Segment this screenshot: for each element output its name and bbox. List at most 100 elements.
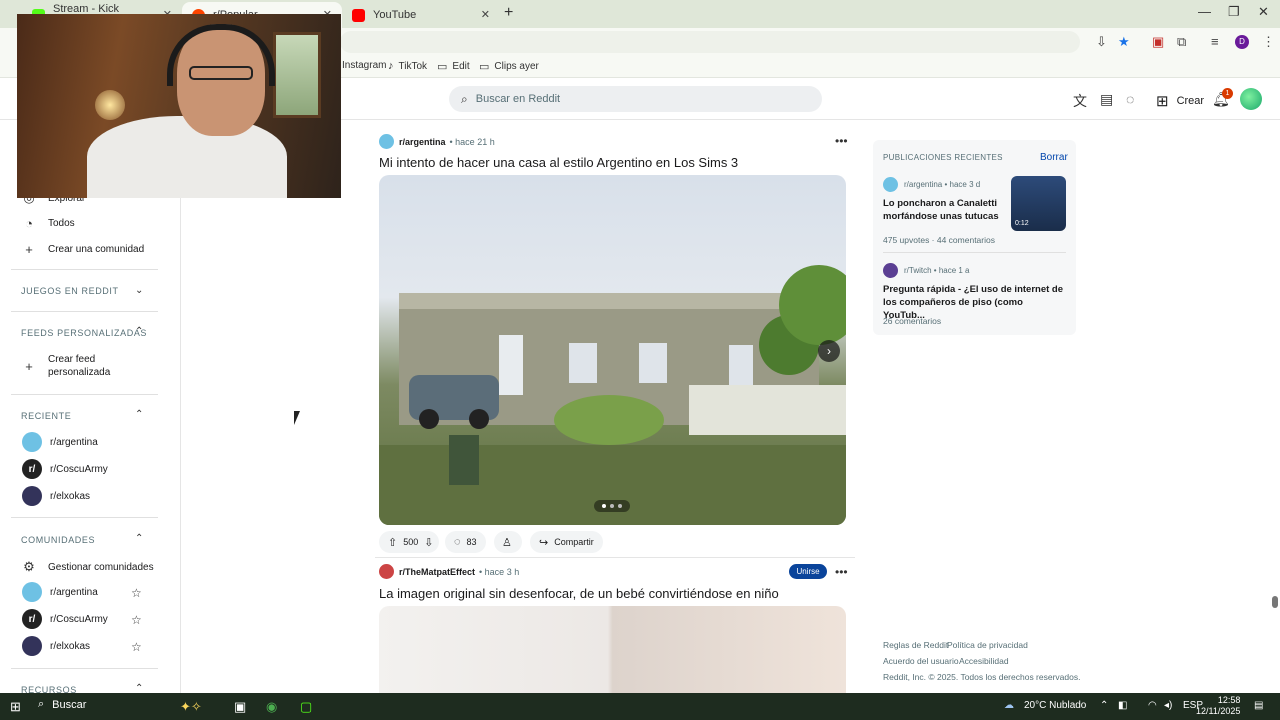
mouse-cursor bbox=[294, 411, 300, 425]
search-icon: ⌕ bbox=[461, 91, 468, 106]
award-icon: ♙ bbox=[502, 536, 512, 549]
post-image[interactable] bbox=[379, 606, 846, 693]
volume-icon[interactable]: ◂) bbox=[1164, 700, 1172, 711]
plus-icon: + bbox=[25, 358, 33, 374]
award-button[interactable]: ♙ bbox=[494, 531, 522, 553]
section-recent[interactable]: RECIENTE bbox=[21, 411, 71, 421]
sidebar-item-todos[interactable]: ◔ Todos bbox=[20, 216, 75, 231]
chevron-up-icon[interactable]: ⌃ bbox=[135, 533, 143, 544]
share-button[interactable]: ↪ Compartir bbox=[530, 531, 603, 553]
section-custom-feeds[interactable]: FEEDS PERSONALIZADAS bbox=[21, 328, 147, 338]
tab-youtube[interactable]: YouTube ✕ bbox=[342, 2, 500, 28]
scrollbar-thumb[interactable] bbox=[1272, 596, 1278, 608]
chevron-down-icon[interactable]: ⌄ bbox=[135, 285, 143, 296]
sidebar-item-create-community[interactable]: + Crear una comunidad bbox=[20, 242, 144, 257]
star-icon[interactable]: ☆ bbox=[131, 640, 142, 654]
community-item-coscuarmy[interactable]: r/ r/CoscuArmy bbox=[22, 609, 108, 629]
footer-link-rules[interactable]: Reglas de Reddit bbox=[883, 640, 948, 650]
post-subreddit[interactable]: r/argentina bbox=[399, 137, 446, 147]
section-communities[interactable]: COMUNIDADES bbox=[21, 535, 95, 545]
weather-icon[interactable]: ☁ bbox=[1004, 700, 1014, 711]
post-subreddit[interactable]: r/TheMatpatEffect bbox=[399, 567, 475, 577]
tray-chevron-icon[interactable]: ⌃ bbox=[1100, 700, 1108, 711]
recent-post-meta: r/argentina • hace 3 d bbox=[883, 177, 980, 192]
advertise-icon[interactable]: ▤ bbox=[1100, 91, 1113, 108]
new-tab-button[interactable]: + bbox=[504, 4, 513, 22]
bookmark-clips-ayer[interactable]: ▭ Clips ayer bbox=[479, 60, 539, 73]
chat-icon[interactable]: ◌ bbox=[1126, 91, 1134, 107]
footer-link-accessibility[interactable]: Accesibilidad bbox=[959, 656, 1009, 666]
recent-item-coscuarmy[interactable]: r/ r/CoscuArmy bbox=[22, 459, 108, 479]
chevron-up-icon[interactable]: ⌃ bbox=[135, 409, 143, 420]
search-icon: ⌕ bbox=[38, 698, 45, 710]
extension-icon[interactable]: ▣ bbox=[1152, 34, 1164, 50]
notifications-center-icon[interactable]: ▤ bbox=[1254, 700, 1263, 711]
profile-icon[interactable]: D bbox=[1235, 35, 1249, 49]
create-post-button[interactable]: ⊞ Crear bbox=[1156, 92, 1204, 110]
section-games[interactable]: JUEGOS EN REDDIT bbox=[21, 286, 119, 296]
carousel-next-button[interactable]: › bbox=[818, 340, 840, 362]
search-input[interactable]: ⌕ Buscar en Reddit bbox=[449, 86, 822, 112]
weather-text[interactable]: 20°C Nublado bbox=[1024, 700, 1086, 711]
elxokas-avatar bbox=[22, 636, 42, 656]
app-icon[interactable]: ▢ bbox=[300, 699, 312, 715]
post-title[interactable]: Mi intento de hacer una casa al estilo A… bbox=[379, 155, 738, 170]
sparkle-icon[interactable]: ✦✧ bbox=[180, 699, 202, 715]
recent-post-title[interactable]: Lo poncharon a Canaletti morfándose unas… bbox=[883, 197, 1007, 223]
community-item-elxokas[interactable]: r/elxokas bbox=[22, 636, 90, 656]
footer-link-privacy[interactable]: Política de privacidad bbox=[947, 640, 1028, 650]
minimize-button[interactable]: — bbox=[1198, 4, 1211, 19]
media-icon[interactable]: ≡ bbox=[1211, 34, 1219, 49]
bookmark-star-icon[interactable]: ★ bbox=[1118, 34, 1130, 50]
star-icon[interactable]: ☆ bbox=[131, 613, 142, 627]
recent-post-thumbnail[interactable]: 0:12 bbox=[1011, 176, 1066, 231]
sidebar-item-create-feed[interactable]: + Crear feed personalizada bbox=[20, 353, 160, 379]
post-title[interactable]: La imagen original sin desenfocar, de un… bbox=[379, 586, 779, 601]
webcam-lamp bbox=[95, 90, 125, 120]
network-icon[interactable]: ◧ bbox=[1118, 700, 1127, 711]
bookmark-instagram[interactable]: Instagram bbox=[342, 60, 386, 71]
user-avatar[interactable] bbox=[1240, 88, 1262, 110]
more-options-icon[interactable]: ••• bbox=[835, 565, 848, 579]
windows-start-icon[interactable]: ⊞ bbox=[10, 699, 21, 715]
wifi-icon[interactable]: ◠ bbox=[1148, 700, 1157, 711]
footer-link-user-agreement[interactable]: Acuerdo del usuario bbox=[883, 656, 959, 666]
bookmark-edit[interactable]: ▭ Edit bbox=[437, 60, 470, 73]
chrome-icon[interactable]: ◉ bbox=[266, 699, 277, 715]
argentina-avatar bbox=[22, 432, 42, 452]
taskbar-search[interactable]: ⌕ Buscar bbox=[38, 698, 86, 711]
extensions-puzzle-icon[interactable]: ⧉ bbox=[1177, 34, 1186, 50]
coscuarmy-avatar: r/ bbox=[22, 609, 42, 629]
downvote-icon[interactable]: ⇩ bbox=[424, 536, 433, 549]
community-item-argentina[interactable]: r/argentina bbox=[22, 582, 98, 602]
recent-item-elxokas[interactable]: r/elxokas bbox=[22, 486, 90, 506]
all-icon: ◔ bbox=[25, 216, 33, 231]
close-icon[interactable]: ✕ bbox=[481, 8, 490, 21]
menu-icon[interactable]: ⋮ bbox=[1262, 34, 1275, 50]
install-app-icon[interactable]: ⇩ bbox=[1096, 34, 1107, 50]
comments-button[interactable]: ◌ 83 bbox=[445, 531, 486, 553]
divider bbox=[883, 252, 1066, 253]
argentina-avatar bbox=[883, 177, 898, 192]
omnibox[interactable] bbox=[340, 31, 1080, 53]
chevron-up-icon[interactable]: ⌃ bbox=[135, 326, 143, 337]
vote-control[interactable]: ⇧ 500 ⇩ bbox=[379, 531, 439, 553]
footer-copyright: Reddit, Inc. © 2025. Todos los derechos … bbox=[883, 672, 1081, 682]
recent-item-argentina[interactable]: r/argentina bbox=[22, 432, 98, 452]
close-window-button[interactable]: ✕ bbox=[1258, 4, 1269, 20]
divider bbox=[11, 668, 158, 669]
more-options-icon[interactable]: ••• bbox=[835, 134, 848, 148]
bookmark-tiktok[interactable]: ♪ TikTok bbox=[388, 60, 427, 72]
post-meta: r/argentina • hace 21 h bbox=[379, 134, 495, 149]
star-icon[interactable]: ☆ bbox=[131, 586, 142, 600]
sidebar-item-manage-communities[interactable]: ⚙ Gestionar comunidades bbox=[20, 559, 153, 575]
translate-icon[interactable]: 文 bbox=[1073, 91, 1087, 111]
task-view-icon[interactable]: ▣ bbox=[234, 699, 246, 715]
tiktok-icon: ♪ bbox=[388, 60, 394, 72]
join-button[interactable]: Unirse bbox=[789, 564, 827, 579]
post-image[interactable] bbox=[379, 175, 846, 525]
upvote-icon[interactable]: ⇧ bbox=[388, 536, 397, 549]
clear-recent-button[interactable]: Borrar bbox=[1040, 152, 1068, 163]
taskbar-clock[interactable]: 12:58 12/11/2025 bbox=[1196, 695, 1240, 717]
maximize-button[interactable]: ❐ bbox=[1228, 4, 1240, 20]
